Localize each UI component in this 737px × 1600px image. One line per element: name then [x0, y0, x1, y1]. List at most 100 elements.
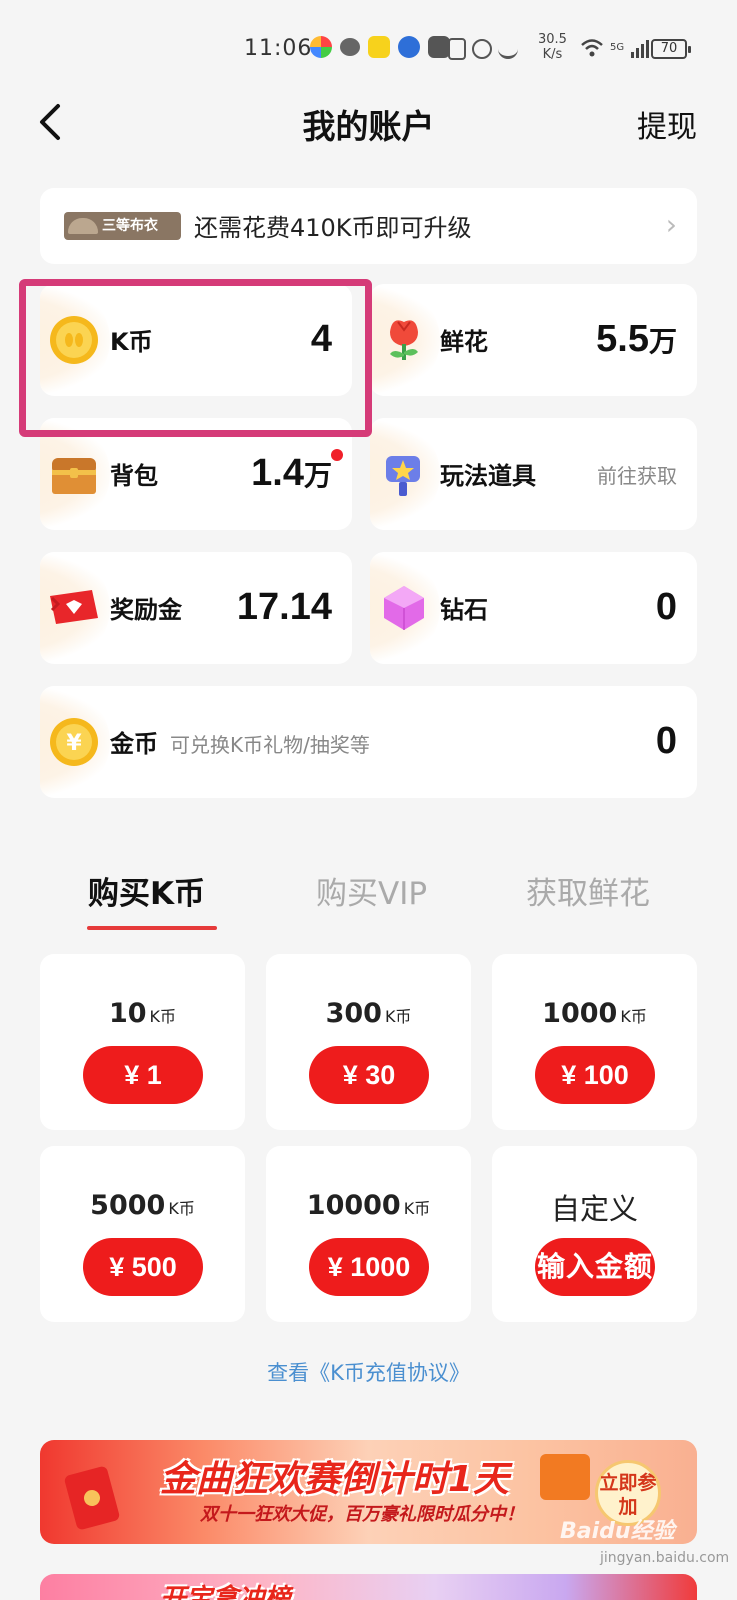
- gift-box-icon: [540, 1454, 590, 1500]
- net-speed-unit: K/s: [542, 47, 563, 62]
- signal-bars-icon: [631, 40, 650, 58]
- level-upgrade-card[interactable]: 三等布衣 还需花费410K币即可升级 ›: [40, 188, 697, 264]
- pack-card[interactable]: 5000 K币 ¥ 500: [40, 1146, 245, 1322]
- bag-label: 背包: [110, 462, 158, 490]
- pack-card[interactable]: 1000 K币 ¥ 100: [492, 954, 697, 1130]
- annotation-highlight-box: [19, 279, 372, 437]
- nav-bar: 我的账户 提现: [0, 90, 737, 160]
- browser-icon: [398, 36, 420, 58]
- custom-pack-card[interactable]: 自定义 输入金额: [492, 1146, 697, 1322]
- wechat-icon: [340, 38, 360, 56]
- pack-amount-value: 10: [108, 998, 147, 1029]
- asset-card-props[interactable]: 玩法道具 前往获取: [370, 418, 697, 530]
- battery-icon: 70: [651, 39, 691, 59]
- svg-text:¥: ¥: [66, 731, 82, 756]
- banner2-title: 开宝拿冲榜: [160, 1584, 291, 1600]
- promo-banner-ranking[interactable]: 开宝拿冲榜: [40, 1574, 697, 1600]
- pack-card[interactable]: 10 K币 ¥ 1: [40, 954, 245, 1130]
- pack-amount-value: 1000: [542, 998, 618, 1029]
- flowers-unit: 万: [648, 326, 677, 357]
- status-bar: 11:06 30.5 K/s 5G 70: [0, 0, 737, 90]
- magic-wand-icon: [386, 456, 420, 496]
- gold-coin-icon: ¥: [50, 718, 98, 766]
- alarm-icon: [472, 39, 492, 59]
- asset-card-reward[interactable]: 奖励金 17.14: [40, 552, 352, 664]
- pack-price-button[interactable]: ¥ 100: [535, 1046, 655, 1104]
- bag-notification-dot: [331, 449, 343, 461]
- asset-card-gold[interactable]: ¥ 金币 可兑换K币礼物/抽奖等 0: [40, 686, 697, 798]
- active-tab-indicator: [87, 926, 217, 930]
- baidu-watermark-url: jingyan.baidu.com: [600, 1550, 730, 1566]
- page-title: 我的账户: [302, 107, 435, 146]
- recharge-agreement-link[interactable]: 查看《K币充值协议》: [0, 1357, 737, 1387]
- asset-card-flowers[interactable]: 鲜花 5.5万: [370, 284, 697, 396]
- pack-price-button[interactable]: ¥ 1000: [309, 1238, 429, 1296]
- pack-price-button[interactable]: ¥ 500: [83, 1238, 203, 1296]
- pack-amount: 300 K币: [266, 998, 471, 1029]
- nfc-icon: [448, 38, 466, 60]
- tab-buy-vip[interactable]: 购买VIP: [316, 868, 427, 913]
- diamond-icon: [384, 586, 424, 630]
- reward-ticket-icon: [50, 590, 98, 624]
- pack-card[interactable]: 300 K币 ¥ 30: [266, 954, 471, 1130]
- bag-unit: 万: [303, 460, 332, 491]
- tab-get-flowers[interactable]: 获取鲜花: [526, 868, 650, 913]
- props-get-link[interactable]: 前往获取: [597, 460, 677, 489]
- diamond-label: 钻石: [440, 596, 488, 624]
- custom-pack-label: 自定义: [550, 1192, 638, 1226]
- banner-subtitle: 双十一狂欢大促，百万豪礼限时瓜分中！: [200, 1504, 524, 1525]
- pack-card[interactable]: 10000 K币 ¥ 1000: [266, 1146, 471, 1322]
- pack-amount-value: 10000: [306, 1190, 401, 1221]
- pack-price-button[interactable]: ¥ 30: [309, 1046, 429, 1104]
- pack-amount: 1000 K币: [492, 998, 697, 1029]
- wifi-icon: [581, 39, 603, 57]
- pack-price-button[interactable]: ¥ 1: [83, 1046, 203, 1104]
- diamond-value: 0: [655, 586, 677, 628]
- chevron-right-icon: ›: [665, 208, 677, 241]
- flowers-value-group: 5.5万: [596, 318, 677, 361]
- pack-amount-value: 5000: [90, 1190, 166, 1221]
- asset-card-diamond[interactable]: 钻石 0: [370, 552, 697, 664]
- status-time: 11:06: [244, 36, 313, 61]
- pack-amount: 10000 K币: [266, 1190, 471, 1221]
- net-speed: 30.5 K/s: [538, 32, 567, 62]
- withdraw-button[interactable]: 提现: [637, 102, 697, 146]
- tab-buy-kcoin[interactable]: 购买K币: [88, 868, 205, 913]
- pack-amount-unit: K币: [620, 1007, 647, 1026]
- baidu-watermark: Baidu经验: [560, 1519, 675, 1544]
- flower-icon: [390, 320, 418, 360]
- gold-value: 0: [655, 720, 677, 762]
- banner-title: 金曲狂欢赛倒计时1天: [160, 1459, 510, 1500]
- props-label: 玩法道具: [440, 462, 536, 490]
- reward-label: 奖励金: [110, 596, 182, 624]
- flowers-value: 5.5: [596, 318, 649, 360]
- signal-icons: 5G: [580, 38, 650, 58]
- pack-amount-unit: K币: [403, 1199, 431, 1218]
- enter-amount-button[interactable]: 输入金额: [535, 1238, 655, 1296]
- app-notification-icon: [310, 36, 332, 58]
- bag-value-group: 1.4万: [251, 452, 332, 495]
- pack-amount: 5000 K币: [40, 1190, 245, 1221]
- bag-notification-icon: [428, 36, 450, 58]
- system-icons: [448, 38, 518, 60]
- pack-amount-unit: K币: [384, 1007, 412, 1026]
- mute-icon: [498, 39, 518, 59]
- treasure-chest-icon: [52, 458, 96, 494]
- purchase-tabs: 购买K币 购买VIP 获取鲜花: [0, 860, 737, 930]
- pack-amount: 10 K币: [40, 998, 245, 1029]
- notification-icons: [310, 36, 450, 58]
- level-upgrade-text: 还需花费410K币即可升级: [194, 214, 472, 242]
- net-speed-value: 30.5: [538, 32, 567, 47]
- flowers-label: 鲜花: [440, 328, 488, 356]
- gold-label: 金币: [110, 730, 158, 758]
- pack-amount-value: 300: [325, 998, 382, 1029]
- pack-amount-unit: K币: [168, 1199, 195, 1218]
- bag-value: 1.4: [251, 452, 304, 494]
- level-badge: 三等布衣: [64, 212, 181, 240]
- cellular-5g-icon: 5G: [610, 42, 625, 53]
- gold-hint: 可兑换K币礼物/抽奖等: [170, 733, 370, 757]
- pack-amount-unit: K币: [149, 1007, 177, 1026]
- yy-app-icon: [368, 36, 390, 58]
- reward-value: 17.14: [236, 586, 332, 628]
- red-envelope-icon: [63, 1465, 121, 1531]
